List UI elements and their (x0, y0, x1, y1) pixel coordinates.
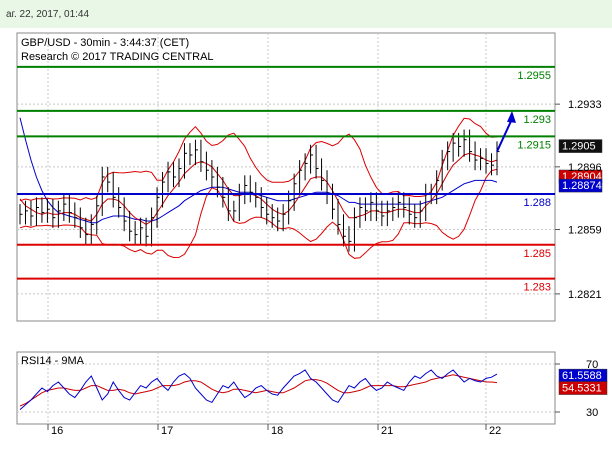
forex-chart: 1.2955 1.293 1.2915 1.288 1.285 1.283 1.2905 1.… (16, 32, 608, 437)
rsi-title: RSI14 - 9MA (21, 355, 85, 367)
chart-title: GBP/USD - 30min - 3:44:37 (CET) (21, 37, 189, 49)
current-price-label: 1.2905 (562, 141, 596, 153)
price-level-label: 1.285 (523, 248, 551, 260)
x-tick-label: 18 (271, 425, 283, 437)
x-tick-label: 16 (51, 425, 63, 437)
chart-subtitle: Research © 2017 TRADING CENTRAL (21, 51, 214, 63)
x-tick-label: 17 (161, 425, 173, 437)
x-tick-label: 21 (381, 425, 393, 437)
y-tick-label: 1.2821 (568, 289, 602, 301)
price-level-label: 1.283 (523, 282, 551, 294)
price-level-label: 1.288 (523, 197, 551, 209)
y-tick-label: 1.2896 (568, 162, 602, 174)
rsi-y-tick-label: 30 (586, 407, 598, 419)
rsi-value-label: 61.5588 (562, 370, 602, 382)
rsi-panel-frame (16, 351, 556, 425)
y-tick-label: 1.2859 (568, 225, 602, 237)
price-level-label: 1.293 (523, 114, 551, 126)
y-tick-label: 1.2933 (568, 99, 602, 111)
price-level-label: 1.2955 (517, 70, 551, 82)
price-level-label: 1.2915 (517, 139, 551, 151)
ma-slow-label: 1.28874 (562, 180, 602, 192)
rsi-ma-value-label: 54.5331 (562, 383, 602, 395)
x-tick-label: 22 (489, 425, 501, 437)
